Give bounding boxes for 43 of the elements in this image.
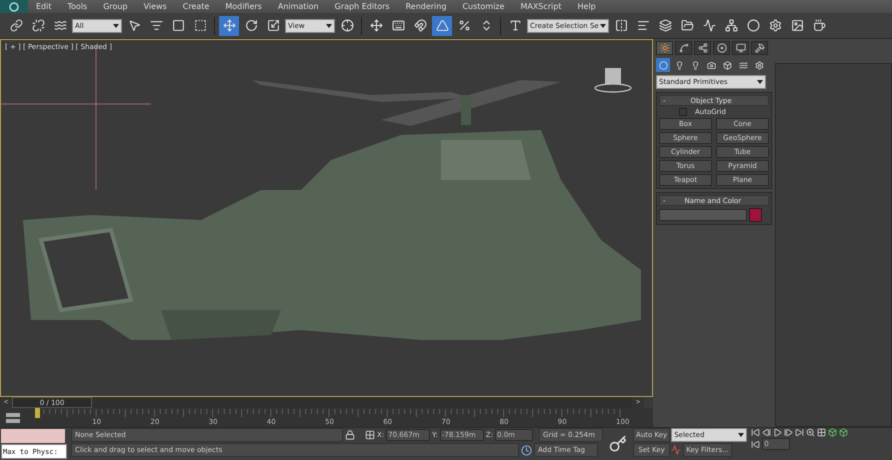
hierarchy-icon[interactable] — [694, 41, 711, 55]
caret-icon[interactable] — [600, 24, 606, 28]
menu-item[interactable]: MAXScript — [512, 2, 570, 11]
time-marker[interactable] — [35, 408, 40, 418]
menu-item[interactable]: Graph Editors — [326, 2, 398, 11]
time-tag-icon[interactable] — [521, 444, 532, 456]
caret-icon[interactable] — [757, 80, 763, 84]
move-icon[interactable] — [219, 16, 239, 36]
sun-icon[interactable] — [656, 41, 673, 55]
curve-icon[interactable] — [675, 41, 692, 55]
go-to-start-icon[interactable] — [751, 428, 760, 437]
menu-item[interactable]: Tools — [60, 2, 96, 11]
lock-icon[interactable] — [345, 430, 355, 440]
grid-icon[interactable] — [817, 428, 826, 437]
menu-item[interactable]: Customize — [454, 2, 512, 11]
previous-frame-icon[interactable] — [762, 428, 772, 437]
caret-icon[interactable] — [113, 24, 119, 28]
go-to-end-icon[interactable] — [795, 428, 804, 437]
name-field[interactable] — [659, 209, 747, 221]
play-icon[interactable] — [773, 428, 782, 437]
autogrid-checkbox[interactable] — [679, 108, 687, 116]
box-icon[interactable] — [828, 428, 838, 437]
menu-item[interactable]: Views — [136, 2, 175, 11]
app-logo[interactable] — [0, 0, 28, 13]
menu-item[interactable]: Modifiers — [217, 2, 270, 11]
viewcube-icon[interactable] — [594, 68, 632, 93]
menu-item[interactable]: Help — [570, 2, 604, 11]
menu-item[interactable]: Animation — [270, 2, 327, 11]
hammer-icon[interactable] — [751, 41, 768, 55]
monitor-icon[interactable] — [732, 41, 749, 55]
menu-item[interactable]: Edit — [28, 2, 60, 11]
menu-item[interactable]: Create — [174, 2, 218, 11]
logo-icon — [9, 2, 19, 12]
key-icon[interactable] — [609, 435, 628, 453]
box-icon[interactable] — [839, 428, 848, 437]
menu-item[interactable]: Group — [95, 2, 136, 11]
next-frame-icon[interactable] — [784, 428, 794, 437]
caret-icon[interactable] — [326, 24, 332, 28]
color-swatch[interactable] — [749, 208, 762, 222]
menu-item[interactable]: Rendering — [398, 2, 454, 11]
zoom-icon[interactable] — [806, 428, 816, 437]
caret-icon[interactable] — [738, 433, 744, 437]
listener-output — [1, 429, 65, 443]
